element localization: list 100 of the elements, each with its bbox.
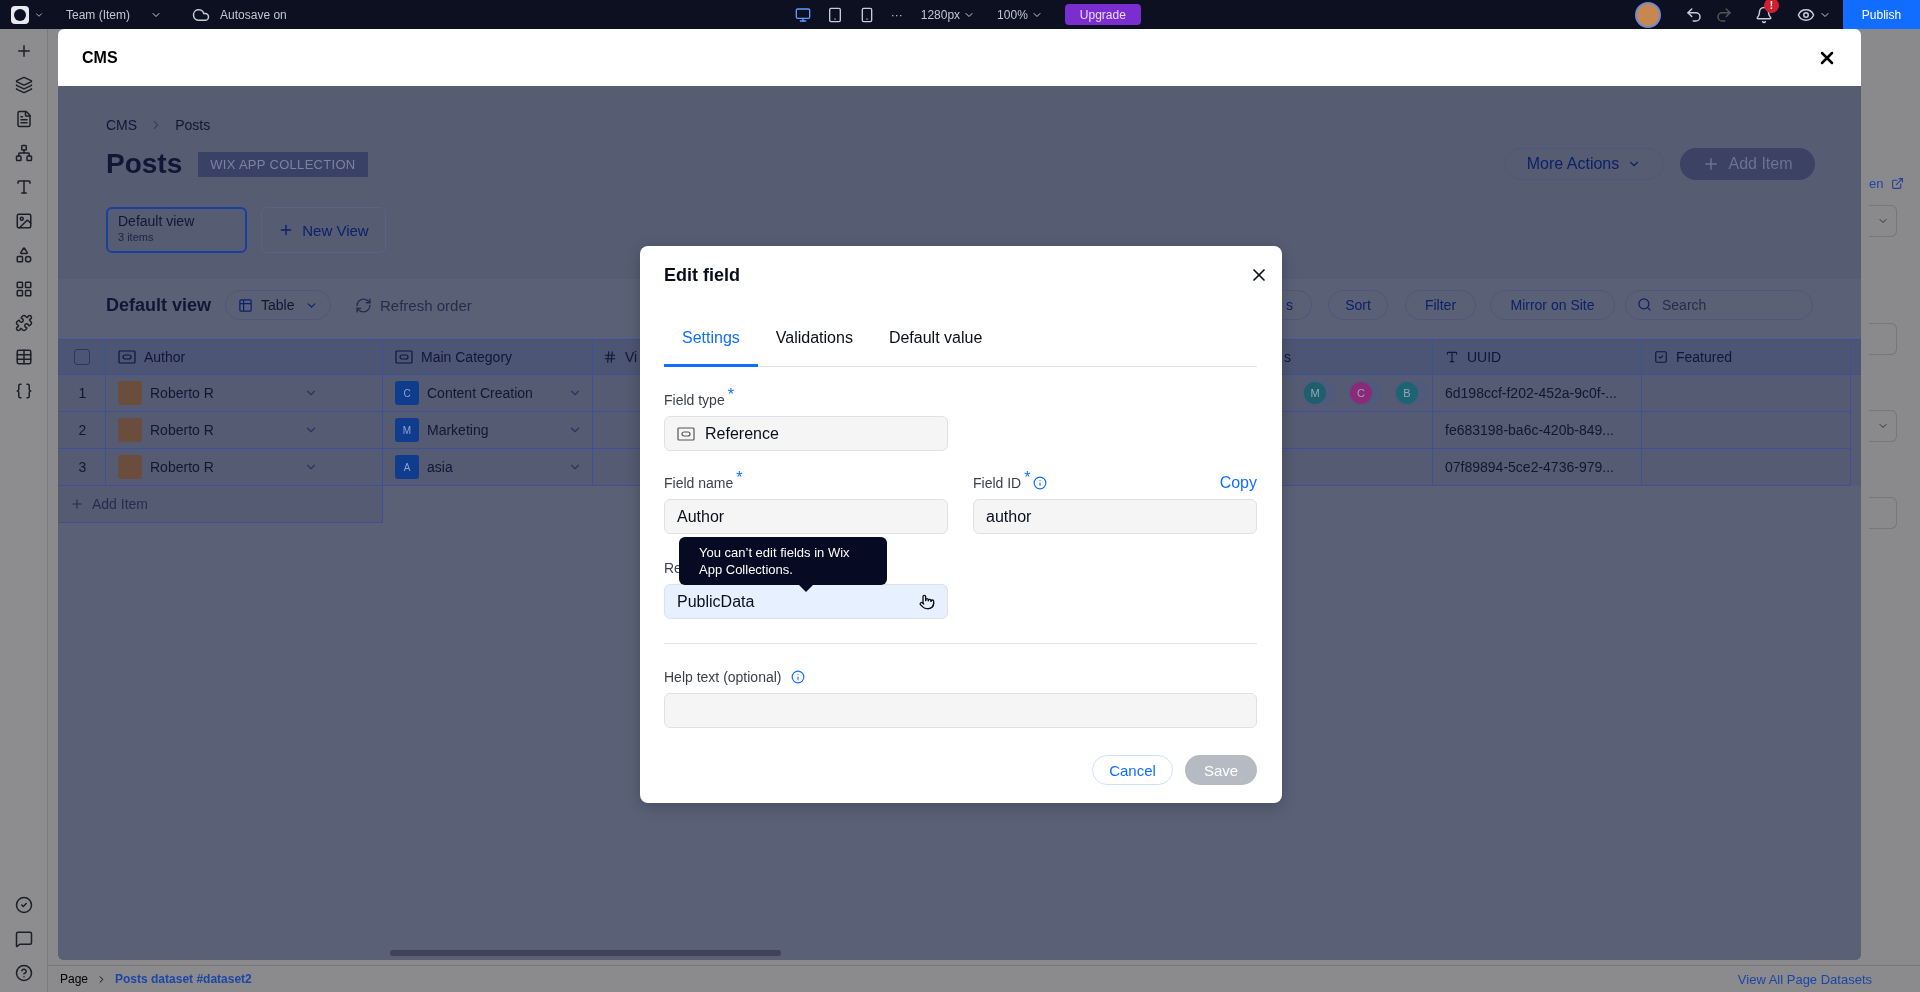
avatar[interactable] [1634, 1, 1661, 28]
required-mark: * [727, 386, 734, 404]
table-icon [238, 297, 254, 313]
page-icon[interactable] [14, 110, 33, 128]
zoom-menu[interactable]: 100% [997, 7, 1028, 22]
column-title: Featured [1676, 349, 1733, 365]
view-name: Default view [118, 213, 196, 229]
sitemap-icon[interactable] [14, 144, 33, 162]
reference-icon [118, 350, 136, 364]
column-header [1851, 339, 1861, 375]
breadcrumb-item[interactable]: Page [60, 972, 89, 986]
new-view-button[interactable]: New View [261, 207, 386, 253]
copy-link[interactable]: Copy [1219, 474, 1257, 492]
hash-icon [603, 350, 617, 364]
comment-icon[interactable] [14, 930, 33, 948]
required-mark: * [736, 469, 743, 487]
reference-select[interactable]: PublicData [664, 584, 948, 619]
checkbox-icon [1654, 350, 1668, 364]
photo-placeholder [118, 418, 142, 442]
column-title: Vi [625, 349, 638, 365]
tooltip: You can’t edit fields in Wix App Collections. [679, 537, 887, 585]
tab[interactable]: Default value [870, 311, 1001, 367]
redo-icon[interactable] [1714, 5, 1733, 24]
table-cell [1851, 375, 1861, 412]
hand-cursor-icon [919, 593, 935, 610]
field-name-input[interactable]: Author [664, 499, 948, 534]
author-name: Roberto R [150, 385, 214, 401]
check-icon[interactable] [14, 896, 33, 914]
tab[interactable]: Settings [664, 311, 758, 367]
tag-chip: C [1348, 380, 1382, 406]
dialog-title: Edit field [664, 264, 740, 286]
scrollbar[interactable] [390, 950, 781, 956]
row-number: 3 [58, 449, 106, 486]
table-icon[interactable] [14, 348, 33, 366]
image-icon[interactable] [14, 212, 33, 230]
collection-badge: WIX APP COLLECTION [198, 151, 368, 177]
modal-title: CMS [82, 48, 118, 67]
width-menu[interactable]: 1280px [920, 7, 961, 22]
site-menu[interactable]: Team (Item) [66, 7, 130, 22]
view-title: Default view [106, 294, 212, 316]
field-id-input[interactable]: author [973, 499, 1257, 534]
photo-placeholder [118, 455, 142, 479]
photo-placeholder [118, 381, 142, 405]
bell-icon[interactable] [1754, 5, 1773, 24]
column-title: Main Category [421, 349, 513, 365]
column-header[interactable]: Featured [1642, 339, 1851, 375]
tag-chip: M [1302, 380, 1336, 406]
text-icon[interactable] [14, 178, 33, 196]
category-initial: M [395, 418, 419, 442]
category-name: Marketing [427, 422, 489, 438]
autosave-status: Autosave on [220, 7, 287, 22]
more-menu[interactable]: ··· [890, 7, 903, 22]
help-text-input[interactable] [664, 693, 1257, 728]
breadcrumb-item[interactable]: CMS [106, 117, 138, 133]
info-icon[interactable] [790, 670, 805, 684]
search-icon [1637, 297, 1652, 312]
shapes-icon[interactable] [14, 246, 33, 264]
column-title: Author [144, 349, 186, 365]
row-number: 2 [58, 412, 106, 449]
column-header[interactable]: UUID [1433, 339, 1642, 375]
reference-icon [677, 426, 695, 441]
checkbox[interactable] [74, 349, 90, 365]
reference-icon [395, 350, 413, 364]
cancel-button[interactable]: Cancel [1092, 755, 1173, 785]
layers-icon[interactable] [14, 76, 33, 94]
select-field[interactable] [1869, 410, 1897, 442]
upgrade-button[interactable]: Upgrade [1064, 4, 1141, 25]
breadcrumb-link[interactable]: Posts dataset #dataset2 [115, 972, 252, 986]
uuid-cell: 6d198ccf-f202-452a-9c0f-... [1433, 375, 1642, 412]
tab[interactable]: Validations [757, 311, 871, 367]
info-icon[interactable] [1033, 476, 1048, 490]
logo-icon[interactable] [10, 4, 30, 25]
puzzle-icon[interactable] [14, 314, 33, 332]
panel-link[interactable]: en [1869, 176, 1884, 191]
required-mark: * [1024, 469, 1031, 487]
column-header[interactable]: Author [106, 339, 383, 375]
field-label: Field name [664, 475, 734, 491]
page-title: Posts [106, 148, 183, 180]
view-datasets-link[interactable]: View All Page Datasets [1737, 971, 1872, 987]
plus-icon [70, 497, 84, 511]
text-type-icon [1445, 350, 1459, 364]
category-name: Content Creation [427, 385, 533, 401]
column-title: UUID [1467, 349, 1502, 365]
code-icon[interactable] [14, 382, 33, 400]
desktop-icon[interactable] [794, 6, 811, 23]
author-name: Roberto R [150, 459, 214, 475]
undo-icon[interactable] [1684, 5, 1703, 24]
tag-chip: B [1394, 380, 1428, 406]
help-icon[interactable] [14, 964, 33, 982]
publish-button[interactable]: Publish [1843, 0, 1920, 29]
tablet-icon[interactable] [826, 6, 843, 23]
column-header[interactable]: Main Category [383, 339, 593, 375]
field-type-input[interactable]: Reference [664, 416, 948, 451]
select-field[interactable] [1869, 205, 1897, 237]
external-link-icon[interactable] [1891, 177, 1905, 190]
apps-icon[interactable] [14, 280, 33, 298]
uuid-cell: fe683198-ba6c-420b-849... [1433, 412, 1642, 449]
field-label: Help text (optional) [664, 669, 782, 685]
refresh-icon [355, 296, 373, 314]
field-label: Field ID [973, 475, 1022, 491]
